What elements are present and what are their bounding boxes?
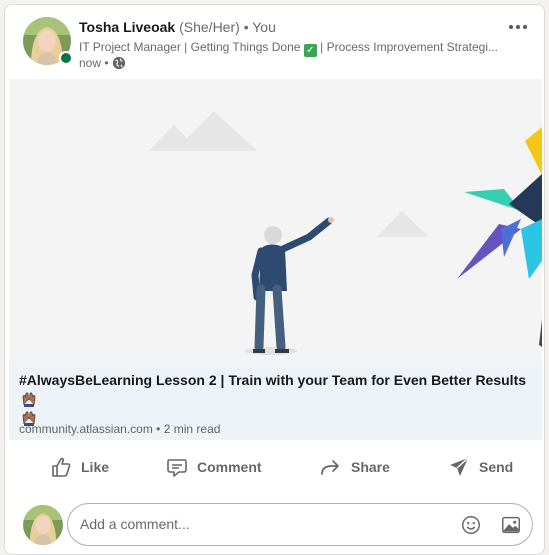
comment-icon xyxy=(167,459,187,477)
author-name[interactable]: Tosha Liveoak xyxy=(79,19,175,35)
author-you-label: You xyxy=(252,19,276,35)
action-bar: Like Comment Share Send xyxy=(5,445,544,491)
send-label: Send xyxy=(479,459,514,475)
online-status-indicator xyxy=(59,51,73,65)
comment-input[interactable] xyxy=(80,516,440,532)
share-button[interactable]: Share xyxy=(319,455,390,479)
send-icon xyxy=(450,457,469,476)
raising-hands-icon xyxy=(22,392,36,407)
article-meta-separator: • xyxy=(156,422,161,436)
more-dot-icon xyxy=(516,25,520,29)
author-line: Tosha Liveoak (She/Her) • You xyxy=(79,19,276,35)
author-separator: • xyxy=(243,19,249,35)
article-read-time: 2 min read xyxy=(163,422,221,436)
article-source: community.atlassian.com xyxy=(19,422,153,436)
smiley-icon[interactable] xyxy=(460,514,482,536)
article-image[interactable] xyxy=(9,79,542,361)
author-avatar[interactable] xyxy=(23,17,73,65)
comment-button[interactable]: Comment xyxy=(165,455,262,479)
article-meta: community.atlassian.com • 2 min read xyxy=(19,422,220,436)
headline-part-1: IT Project Manager | Getting Things Done xyxy=(79,40,304,54)
send-button[interactable]: Send xyxy=(447,455,513,479)
post-meta: now • xyxy=(79,56,126,70)
like-label: Like xyxy=(81,459,110,475)
thumbs-up-icon xyxy=(52,457,71,477)
post-timestamp: now • xyxy=(79,56,109,70)
post-card: Tosha Liveoak (She/Her) • You IT Project… xyxy=(4,4,545,555)
more-dot-icon xyxy=(509,25,513,29)
author-pronouns: (She/Her) xyxy=(179,19,240,35)
author-headline: IT Project Manager | Getting Things Done… xyxy=(79,40,509,57)
like-button[interactable]: Like xyxy=(49,455,109,479)
globe-icon xyxy=(112,56,125,70)
article-illustration xyxy=(9,79,542,361)
share-icon xyxy=(321,460,339,475)
post-header: Tosha Liveoak (She/Her) • You IT Project… xyxy=(5,5,544,79)
article-title[interactable]: #AlwaysBeLearning Lesson 2 | Train with … xyxy=(19,371,532,428)
commenter-avatar xyxy=(23,505,63,545)
more-dot-icon xyxy=(523,25,527,29)
article-title-text: #AlwaysBeLearning Lesson 2 | Train with … xyxy=(19,372,527,388)
check-mark-icon: ✓ xyxy=(303,44,317,57)
more-options-button[interactable] xyxy=(502,15,534,39)
link-preview[interactable]: #AlwaysBeLearning Lesson 2 | Train with … xyxy=(9,361,542,440)
comment-label: Comment xyxy=(197,459,262,475)
comment-box[interactable] xyxy=(67,503,533,546)
image-icon[interactable] xyxy=(500,514,522,536)
share-label: Share xyxy=(351,459,390,475)
headline-part-2: | Process Improvement Strategi... xyxy=(316,40,498,54)
